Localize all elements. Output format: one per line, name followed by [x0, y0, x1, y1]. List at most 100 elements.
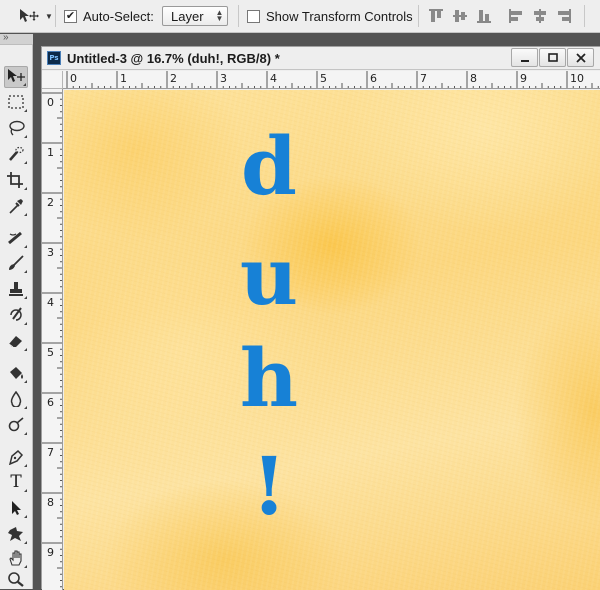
- ruler-label: 10: [570, 72, 584, 85]
- ruler-label: 6: [47, 396, 54, 409]
- ruler-label: 3: [47, 246, 54, 259]
- pen-tool-button[interactable]: [4, 446, 28, 468]
- checkmark-icon: ✔: [65, 10, 76, 22]
- ruler-label: 7: [420, 72, 427, 85]
- auto-select-checkbox[interactable]: ✔: [64, 10, 77, 23]
- lasso-tool-icon: [9, 120, 25, 136]
- ruler-label: 0: [70, 72, 77, 85]
- document-tab[interactable]: Ps Untitled-3 @ 16.7% (duh!, RGB/8) *: [42, 47, 600, 70]
- dodge-tool-button[interactable]: [4, 414, 28, 436]
- paint-bucket-tool-icon: [10, 367, 23, 379]
- paint-bucket-tool-button[interactable]: [4, 362, 28, 384]
- healing-brush-tool-button[interactable]: [4, 227, 28, 249]
- align-top-edges-icon[interactable]: [428, 8, 444, 24]
- move-tool-button[interactable]: [4, 66, 28, 88]
- align-left-edges-icon[interactable]: [508, 8, 524, 24]
- align-horizontal-centers-icon[interactable]: [532, 8, 548, 24]
- brush-tool-button[interactable]: [4, 252, 28, 274]
- tools-panel-grip[interactable]: »: [0, 32, 33, 45]
- path-selection-tool-icon: [12, 501, 21, 515]
- ruler-label: 2: [47, 196, 54, 209]
- close-button[interactable]: [567, 48, 594, 67]
- horizontal-ruler[interactable]: 0 1 2 3 4 5 6 7 8 9 10: [63, 71, 600, 89]
- ruler-label: 1: [47, 146, 54, 159]
- photoshop-file-icon: Ps: [47, 51, 61, 65]
- rectangular-marquee-tool-icon: [8, 95, 24, 109]
- ruler-label: 8: [470, 72, 477, 85]
- dodge-tool-icon: [8, 417, 24, 432]
- show-transform-controls-label: Show Transform Controls: [266, 9, 413, 24]
- blur-tool-icon: [10, 391, 22, 407]
- text-layer-char: h: [239, 331, 299, 425]
- type-tool-icon: T: [10, 472, 22, 492]
- align-vertical-centers-icon[interactable]: [452, 8, 468, 24]
- separator: [238, 5, 239, 27]
- ruler-label: 8: [47, 496, 54, 509]
- tools-panel: » T: [0, 32, 33, 590]
- document-window: Ps Untitled-3 @ 16.7% (duh!, RGB/8) * 0 1…: [41, 46, 600, 590]
- ruler-label: 4: [47, 296, 54, 309]
- eraser-tool-button[interactable]: [4, 330, 28, 352]
- ruler-label: 1: [120, 72, 127, 85]
- ruler-origin[interactable]: [42, 71, 63, 89]
- hand-tool-icon: [9, 550, 22, 566]
- hand-tool-button[interactable]: [4, 547, 28, 569]
- ruler-label: 5: [320, 72, 327, 85]
- text-layer-char: !: [251, 439, 287, 533]
- lasso-tool-button[interactable]: [4, 117, 28, 139]
- zoom-tool-icon: [8, 572, 24, 587]
- type-tool-button[interactable]: T: [4, 471, 28, 493]
- ruler-label: 2: [170, 72, 177, 85]
- history-brush-tool-button[interactable]: [4, 304, 28, 326]
- quick-selection-tool-icon: [9, 146, 24, 161]
- collapse-chevron-icon[interactable]: »: [3, 32, 8, 43]
- updown-arrows-icon: ▲ ▼: [215, 8, 224, 23]
- history-brush-tool-icon: [10, 307, 22, 321]
- eyedropper-tool-button[interactable]: [4, 195, 28, 217]
- ruler-ticks: [42, 92, 62, 588]
- align-right-edges-icon[interactable]: [556, 8, 572, 24]
- chevron-down-icon: ▼: [45, 11, 53, 21]
- blur-tool-button[interactable]: [4, 388, 28, 410]
- pen-tool-icon: [8, 449, 24, 465]
- auto-select-label: Auto-Select:: [83, 9, 154, 24]
- marquee-tool-button[interactable]: [4, 91, 28, 113]
- separator: [55, 5, 56, 27]
- ruler-label: 7: [47, 446, 54, 459]
- show-transform-controls-checkbox[interactable]: [247, 10, 260, 23]
- auto-select-target-dropdown[interactable]: Layer ▲ ▼: [162, 6, 228, 26]
- ruler-label: 4: [270, 72, 277, 85]
- align-bottom-edges-icon[interactable]: [476, 8, 492, 24]
- custom-shape-tool-button[interactable]: [4, 523, 28, 545]
- separator: [584, 5, 585, 27]
- spot-healing-brush-tool-icon: [8, 231, 22, 245]
- document-title: Untitled-3 @ 16.7% (duh!, RGB/8) *: [67, 51, 280, 66]
- custom-shape-tool-icon: [8, 527, 23, 541]
- text-layer-char: u: [239, 229, 299, 323]
- brush-tool-icon: [9, 255, 24, 270]
- ruler-label: 5: [47, 346, 54, 359]
- vertical-ruler[interactable]: 0 1 2 3 4 5 6 7 8 9: [42, 89, 63, 590]
- quick-selection-tool-button[interactable]: [4, 143, 28, 165]
- close-icon: [575, 52, 586, 63]
- maximize-icon: [547, 52, 558, 62]
- ruler-label: 3: [220, 72, 227, 85]
- auto-select-target-value: Layer: [171, 8, 204, 24]
- crop-tool-button[interactable]: [4, 169, 28, 191]
- clone-stamp-tool-button[interactable]: [4, 278, 28, 300]
- minimize-icon: [520, 59, 529, 62]
- minimize-button[interactable]: [511, 48, 538, 67]
- zoom-tool-button[interactable]: [4, 568, 28, 590]
- clone-stamp-tool-icon: [9, 282, 23, 296]
- tool-preset-picker[interactable]: ▼: [18, 8, 53, 24]
- ruler-label: 0: [47, 96, 54, 109]
- ruler-label: 6: [370, 72, 377, 85]
- text-layer-char: d: [241, 119, 297, 213]
- options-bar: ▼ ✔ Auto-Select: Layer ▲ ▼ Show Transform…: [0, 0, 600, 33]
- maximize-button[interactable]: [539, 48, 566, 67]
- document-canvas[interactable]: d u h !: [64, 90, 600, 590]
- separator: [418, 5, 419, 27]
- ruler-label: 9: [47, 546, 54, 559]
- paper-texture: [64, 90, 600, 590]
- path-selection-tool-button[interactable]: [4, 497, 28, 519]
